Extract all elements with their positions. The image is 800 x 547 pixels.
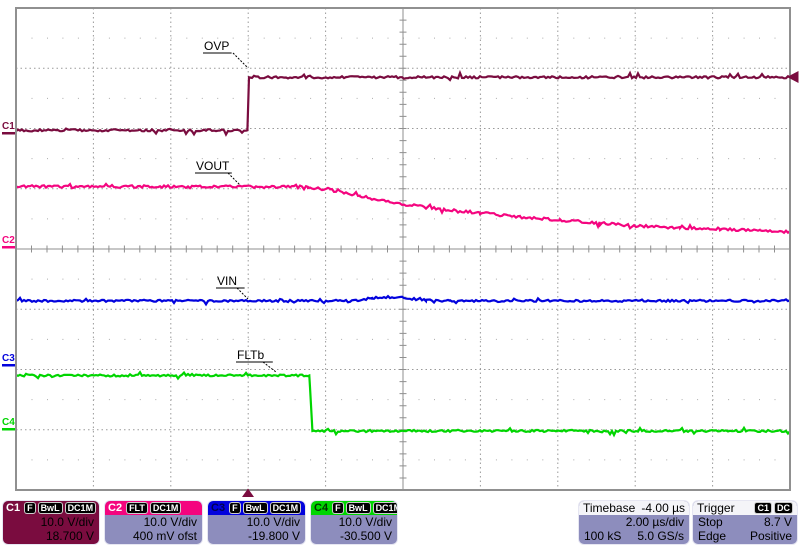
trigger-type-row: Edge Positive [693,529,797,543]
channel-c2-offset: 400 mV ofst [105,529,202,543]
status-bar: C1 F BwL DC1M 10.0 V/div 18.700 V C2 FLT… [0,499,800,547]
channel-c3-badge-coupling: DC1M [270,502,302,514]
channel-marker-dash-c4[interactable] [2,428,15,431]
channel-marker-dash-c2[interactable] [2,246,15,249]
channel-marker-c3[interactable]: C3 [2,353,15,364]
channel-c4-badge-coupling: DC1M [373,502,398,514]
trigger-mode-row: Stop 8.7 V [693,515,797,529]
channel-c3-label: C3 [211,502,225,514]
channel-c1-offset: 18.700 V [3,529,99,543]
channel-c1-badge-coupling: DC1M [65,502,97,514]
trigger-coupling-badge: DC [774,502,793,514]
channel-c4-header: C4 F BwL DC1M [311,501,397,515]
timebase-sampling-row: 100 kS 5.0 GS/s [579,529,689,543]
annotation-fltb: FLTb [237,348,264,362]
channel-c1-badge-f: F [24,502,36,514]
channel-c4-scale: 10.0 V/div [311,515,397,529]
channel-c3-badge-f: F [229,502,241,514]
timebase-box[interactable]: Timebase -4.00 µs 2.00 µs/div 100 kS 5.0… [578,500,690,545]
timebase-per-div: 2.00 µs/div [626,515,684,529]
channel-c1-scale: 10.0 V/div [3,515,99,529]
channel-c4-label: C4 [314,502,328,514]
channel-marker-dash-c1[interactable] [2,132,15,135]
timebase-title: Timebase [583,501,635,515]
channel-marker-c4[interactable]: C4 [2,417,15,428]
channel-c2-scale: 10.0 V/div [105,515,202,529]
channel-c2-badge-flt: FLT [126,502,148,514]
channel-c2-badge-coupling: DC1M [150,502,182,514]
channel-marker-dash-c3[interactable] [2,364,15,367]
trigger-slope: Positive [750,529,792,543]
channel-c3-badge-bwl: BwL [243,502,268,514]
channel-box-c4[interactable]: C4 F BwL DC1M 10.0 V/div -30.500 V [310,500,398,545]
channel-c2-header: C2 FLT DC1M [105,501,202,515]
timebase-header: Timebase -4.00 µs [579,501,689,515]
annotation-vout: VOUT [196,159,230,173]
timebase-rate: 5.0 GS/s [637,529,684,543]
oscilloscope-screen: C1 C2 C3 C4 OVP VOUT VIN FLTb C1 F BwL DC1M 10.… [0,0,800,547]
trigger-header: Trigger C1 DC [693,501,797,515]
channel-c4-badge-bwl: BwL [346,502,371,514]
trigger-level: 8.7 V [764,515,792,529]
channel-c3-offset: -19.800 V [208,529,305,543]
channel-marker-c2[interactable]: C2 [2,235,15,246]
channel-box-c2[interactable]: C2 FLT DC1M 10.0 V/div 400 mV ofst [104,500,203,545]
timebase-delay: -4.00 µs [641,501,685,515]
timebase-samples: 100 kS [584,529,621,543]
trigger-box[interactable]: Trigger C1 DC Stop 8.7 V Edge Positive [692,500,798,545]
channel-c3-header: C3 F BwL DC1M [208,501,305,515]
channel-c1-header: C1 F BwL DC1M [3,501,99,515]
waveform-plot[interactable]: C1 C2 C3 C4 OVP VOUT VIN FLTb [0,0,800,499]
channel-c4-badge-f: F [332,502,344,514]
channel-c1-label: C1 [6,502,20,514]
channel-c1-badge-bwl: BwL [38,502,63,514]
channel-box-c1[interactable]: C1 F BwL DC1M 10.0 V/div 18.700 V [2,500,100,545]
channel-c3-scale: 10.0 V/div [208,515,305,529]
trigger-mode: Stop [698,515,723,529]
annotation-ovp: OVP [204,39,229,53]
channel-c2-label: C2 [108,502,122,514]
annotation-vin: VIN [217,274,237,288]
trigger-source-badge: C1 [754,502,772,514]
channel-marker-c1[interactable]: C1 [2,121,15,132]
timebase-scale-row: 2.00 µs/div [579,515,689,529]
channel-c4-offset: -30.500 V [311,529,397,543]
trigger-kind: Edge [698,529,726,543]
channel-box-c3[interactable]: C3 F BwL DC1M 10.0 V/div -19.800 V [207,500,306,545]
trigger-title: Trigger [697,501,735,515]
